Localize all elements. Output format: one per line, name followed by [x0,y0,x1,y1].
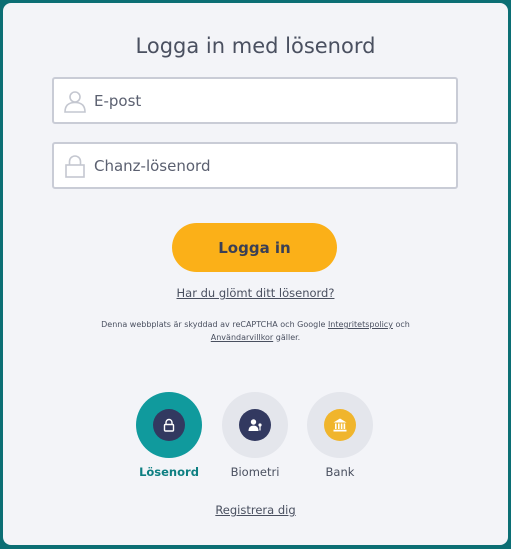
page-title: Logga in med lösenord [135,34,376,58]
recaptcha-notice: Denna webbplats är skyddad av reCAPTCHA … [83,318,428,344]
method-password-badge [153,409,185,441]
email-input[interactable] [94,79,450,122]
lock-icon [163,418,175,432]
user-icon [64,91,86,113]
method-bank-circle[interactable] [307,392,373,458]
recaptcha-text-middle: och [392,320,410,329]
login-button[interactable]: Logga in [172,223,337,272]
recaptcha-text-after: gäller. [273,333,301,342]
register-link[interactable]: Registrera dig [3,503,508,517]
lock-icon [65,155,85,178]
method-bank[interactable]: Bank [300,392,380,479]
bank-icon [333,418,347,432]
method-biometric[interactable]: Biometri [215,392,295,479]
recaptcha-text-before: Denna webbplats är skyddad av reCAPTCHA … [101,320,328,329]
forgot-password-link[interactable]: Har du glömt ditt lösenord? [3,286,508,300]
login-card: Logga in med lösenord Logga in Har du gl… [3,3,508,545]
method-password-circle[interactable] [136,392,202,458]
biometric-user-icon [248,419,262,431]
method-bank-label: Bank [325,465,355,479]
privacy-policy-link[interactable]: Integritetspolicy [328,320,393,329]
email-field[interactable] [52,77,458,124]
password-field[interactable] [52,142,458,189]
method-bank-badge [324,409,356,441]
method-password[interactable]: Lösenord [129,392,209,479]
method-password-label: Lösenord [139,465,199,479]
method-biometric-label: Biometri [230,465,280,479]
password-input[interactable] [94,144,450,187]
method-biometric-circle[interactable] [222,392,288,458]
method-biometric-badge [239,409,271,441]
terms-link[interactable]: Användarvillkor [211,333,273,342]
